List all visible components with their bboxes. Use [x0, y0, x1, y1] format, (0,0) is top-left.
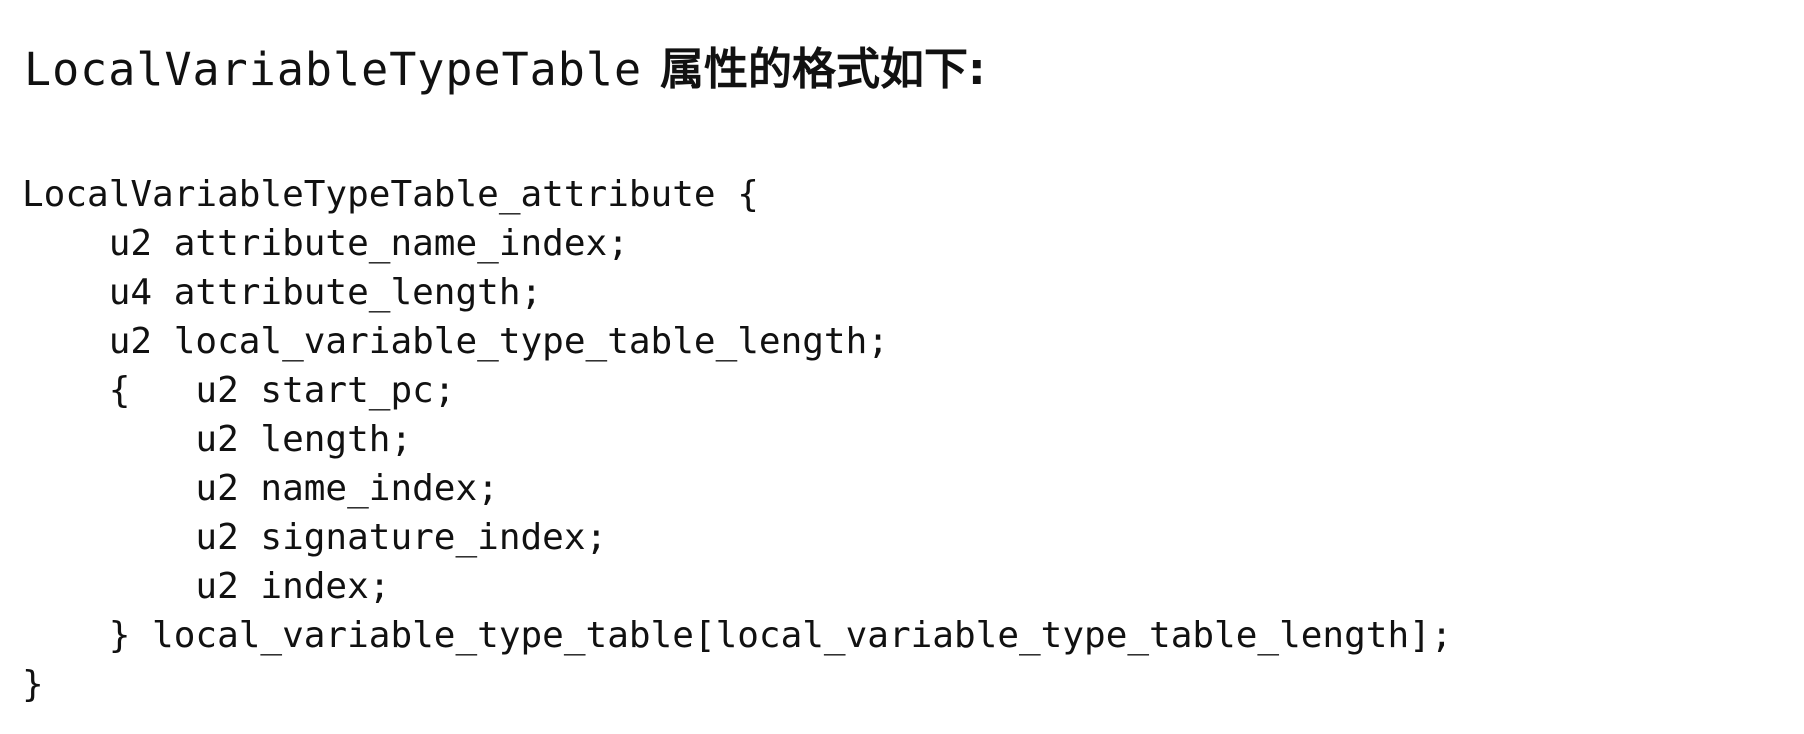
code-line: u2 length; [22, 419, 413, 460]
code-line: LocalVariableTypeTable_attribute { [22, 174, 759, 215]
code-line: } local_variable_type_table[local_variab… [22, 615, 1453, 656]
intro-sentence: LocalVariableTypeTable 属性的格式如下: [24, 40, 986, 100]
code-line: u2 attribute_name_index; [22, 223, 629, 264]
code-block: LocalVariableTypeTable_attribute { u2 at… [22, 170, 1452, 709]
code-line: u2 local_variable_type_table_length; [22, 321, 889, 362]
code-line: { u2 start_pc; [22, 370, 456, 411]
code-line: u2 name_index; [22, 468, 499, 509]
code-line: u2 index; [22, 566, 391, 607]
intro-code-term: LocalVariableTypeTable [24, 43, 643, 96]
intro-text: 属性的格式如下: [660, 44, 986, 95]
document-page: LocalVariableTypeTable 属性的格式如下: LocalVar… [0, 0, 1804, 734]
code-line: } [22, 664, 44, 705]
code-line: u4 attribute_length; [22, 272, 543, 313]
code-line: u2 signature_index; [22, 517, 608, 558]
